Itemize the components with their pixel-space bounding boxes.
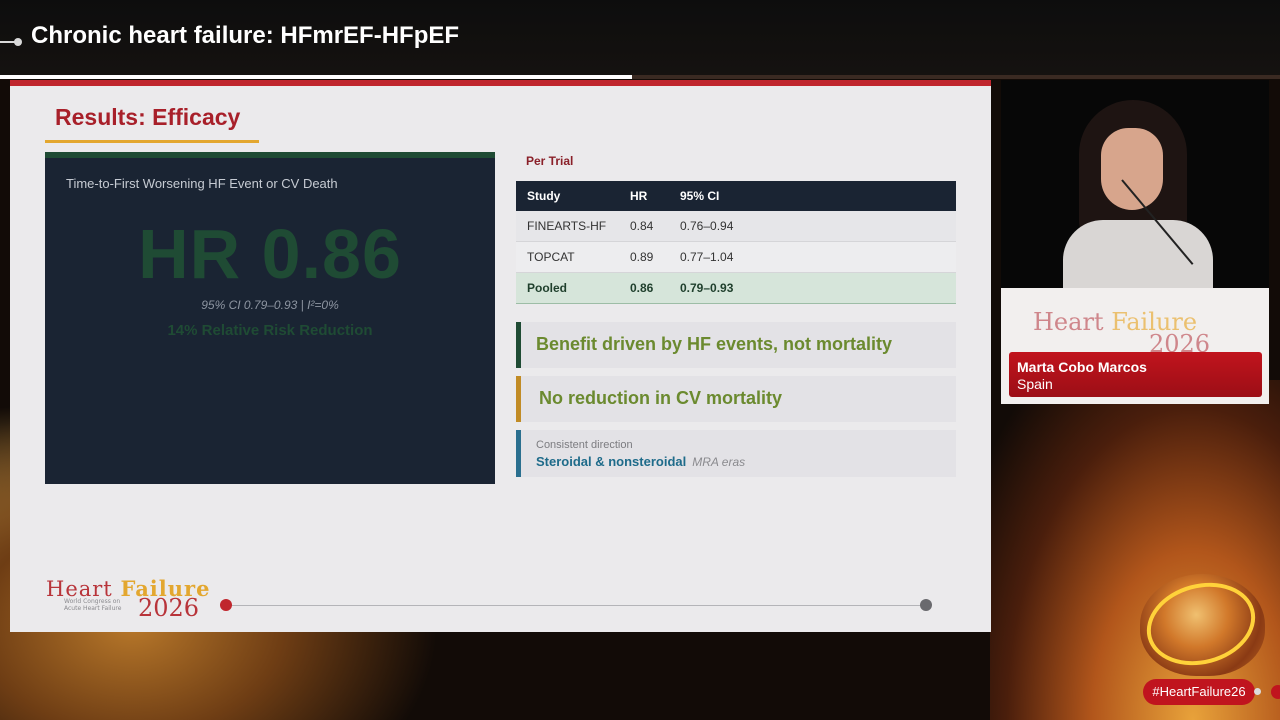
- speaker-name-plate: Marta Cobo Marcos Spain: [1009, 352, 1262, 397]
- cell-study: Pooled: [516, 272, 630, 304]
- slide-title-underline: [45, 140, 259, 143]
- congress-emblem-icon: [1137, 571, 1265, 677]
- logo-subtitle-line2: Acute Heart Failure: [64, 605, 122, 612]
- callout-consistent: Consistent direction Steroidal & nonster…: [516, 430, 956, 477]
- slide-footer-dot-end: [920, 599, 932, 611]
- callout-consistent-main: Steroidal & nonsteroidal: [536, 454, 687, 469]
- cell-ci: 0.76–0.94: [680, 211, 956, 242]
- video-progress-fill: [0, 75, 633, 79]
- callout-benefit: Benefit driven by HF events, not mortali…: [516, 322, 956, 368]
- callout-consistent-text: Steroidal & nonsteroidal MRA eras: [536, 454, 745, 469]
- video-progress-bar[interactable]: [0, 75, 1280, 79]
- session-title: Chronic heart failure: HFmrEF-HFpEF: [31, 22, 460, 49]
- cell-hr: 0.89: [630, 241, 680, 273]
- callout-consistent-label: Consistent direction: [536, 439, 633, 451]
- hashtag-dot-icon: [1254, 688, 1261, 695]
- presentation-slide: Results: Efficacy Time-to-First Worsenin…: [10, 80, 991, 632]
- cell-ci: 0.77–1.04: [680, 241, 956, 273]
- table-row: FINEARTS-HF 0.84 0.76–0.94: [516, 211, 956, 242]
- callout-no-reduction: No reduction in CV mortality: [516, 376, 956, 422]
- congress-logo: Heart Failure World Congress on Acute Hea…: [46, 576, 226, 631]
- per-trial-label: Per Trial: [526, 154, 574, 168]
- logo-year: 2026: [138, 594, 200, 622]
- table-row-pooled: Pooled 0.86 0.79–0.93: [516, 272, 956, 304]
- callout-no-reduction-text: No reduction in CV mortality: [539, 388, 783, 408]
- logo-subtitle: World Congress on Acute Heart Failure: [64, 598, 121, 612]
- slide-footer-line: [229, 605, 926, 606]
- table-row: TOPCAT 0.89 0.77–1.04: [516, 241, 956, 273]
- session-header: Chronic heart failure: HFmrEF-HFpEF: [0, 0, 1280, 76]
- relative-risk-reduction: 14% Relative Risk Reduction: [167, 322, 373, 339]
- hr-confidence-interval: 95% CI 0.79–0.93 | I²=0%: [201, 298, 339, 312]
- logo-subtitle-line1: World Congress on: [64, 598, 121, 605]
- per-trial-table: Study HR 95% CI FINEARTS-HF 0.84 0.76–0.…: [516, 181, 956, 304]
- cell-hr: 0.86: [630, 272, 680, 304]
- callout-benefit-text: Benefit driven by HF events, not mortali…: [536, 334, 893, 354]
- cell-study: TOPCAT: [516, 241, 630, 273]
- hashtag-end-dot-icon: [1271, 685, 1280, 699]
- slide-title: Results: Efficacy: [55, 104, 241, 130]
- table-header-row: Study HR 95% CI: [516, 181, 956, 211]
- slide-footer-dot-start: [220, 599, 232, 611]
- cell-hr: 0.84: [630, 211, 680, 242]
- column-header-hr: HR: [630, 181, 680, 211]
- cell-study: FINEARTS-HF: [516, 211, 630, 242]
- podium-logo-heart: Heart: [1033, 308, 1104, 336]
- cell-ci: 0.79–0.93: [680, 272, 956, 304]
- callout-consistent-suffix: MRA eras: [692, 455, 746, 469]
- speaker-face: [1101, 128, 1163, 210]
- column-header-ci: 95% CI: [680, 181, 956, 211]
- hr-value: HR 0.86: [138, 215, 402, 293]
- speaker-name: Marta Cobo Marcos: [1017, 359, 1147, 375]
- header-dot-icon: [14, 38, 22, 46]
- hashtag-badge: #HeartFailure26: [1143, 679, 1255, 705]
- hazard-ratio-panel: Time-to-First Worsening HF Event or CV D…: [45, 152, 495, 484]
- speaker-country: Spain: [1017, 376, 1053, 392]
- column-header-study: Study: [516, 181, 630, 211]
- speaker-torso: [1063, 220, 1213, 290]
- hr-panel-subtitle: Time-to-First Worsening HF Event or CV D…: [66, 176, 338, 191]
